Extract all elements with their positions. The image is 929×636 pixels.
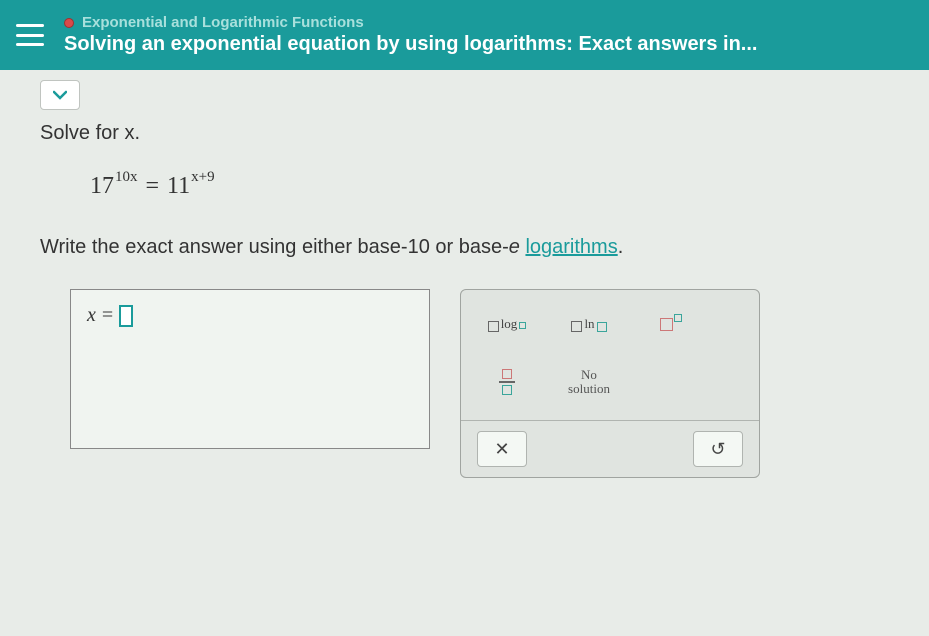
- eq-right-exp: x+9: [191, 169, 214, 186]
- logarithms-link[interactable]: logarithms: [525, 236, 617, 258]
- category-label: Exponential and Logarithmic Functions: [82, 14, 364, 31]
- clear-button[interactable]: ✕: [477, 431, 527, 467]
- answer-input-slot[interactable]: [119, 305, 133, 327]
- placeholder-icon: [502, 385, 512, 395]
- chevron-down-icon: [53, 90, 67, 100]
- status-dot-icon: [64, 18, 74, 28]
- answer-var: x: [87, 304, 96, 327]
- placeholder-icon: [597, 322, 607, 332]
- key-log[interactable]: log: [477, 316, 537, 332]
- content-area: Solve for x. 17 10x = 11 x+9 Write the e…: [0, 70, 929, 636]
- equation: 17 10x = 11 x+9: [90, 173, 889, 200]
- placeholder-icon: [571, 321, 582, 332]
- answer-box[interactable]: x =: [70, 289, 430, 449]
- header-text: Exponential and Logarithmic Functions So…: [64, 14, 913, 56]
- header-category: Exponential and Logarithmic Functions: [64, 14, 913, 31]
- x-icon: ✕: [494, 439, 509, 460]
- placeholder-icon: [488, 321, 499, 332]
- placeholder-icon: [502, 369, 512, 379]
- answer-expression: x =: [87, 304, 413, 327]
- placeholder-icon: [674, 314, 682, 322]
- eq-left-exp: 10x: [115, 169, 138, 186]
- math-keypad: log ln: [460, 289, 760, 478]
- placeholder-icon: [519, 322, 526, 329]
- key-power[interactable]: [641, 318, 701, 331]
- menu-icon[interactable]: [16, 24, 44, 46]
- eq-right-base: 11: [167, 173, 190, 200]
- prompt2-e: e: [509, 236, 520, 258]
- eq-sign: =: [146, 173, 160, 200]
- page-title: Solving an exponential equation by using…: [64, 33, 913, 56]
- undo-button[interactable]: ↺: [693, 431, 743, 467]
- answer-eq: =: [102, 304, 113, 327]
- problem-text: Solve for x. 17 10x = 11 x+9 Write the e…: [40, 122, 889, 478]
- work-area: x = log: [70, 289, 889, 478]
- placeholder-icon: [660, 318, 673, 331]
- key-fraction[interactable]: [477, 369, 537, 395]
- prompt2-pre: Write the exact answer using either base…: [40, 236, 509, 258]
- prompt2-post: .: [618, 236, 624, 258]
- collapse-toggle[interactable]: [40, 80, 80, 110]
- prompt-instructions: Write the exact answer using either base…: [40, 236, 889, 259]
- eq-left-base: 17: [90, 173, 114, 200]
- key-no-solution[interactable]: No solution: [559, 368, 619, 397]
- app-header: Exponential and Logarithmic Functions So…: [0, 0, 929, 70]
- undo-icon: ↺: [710, 439, 725, 460]
- prompt-solve: Solve for x.: [40, 122, 889, 145]
- key-ln[interactable]: ln: [559, 316, 619, 332]
